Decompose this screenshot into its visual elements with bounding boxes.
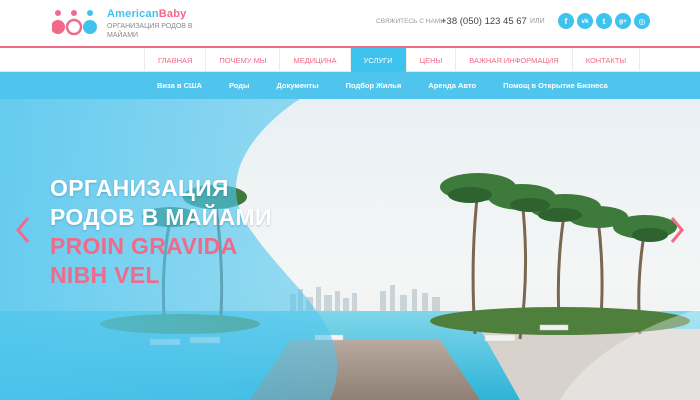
- hero-title-line3: PROIN GRAVIDA: [50, 233, 238, 259]
- nav-item-important-info[interactable]: ВАЖНАЯ ИНФОРМАЦИЯ: [456, 48, 573, 72]
- subnav-item-birth[interactable]: Роды: [229, 72, 249, 99]
- vk-icon[interactable]: vk: [577, 13, 593, 29]
- brand[interactable]: AmericanBaby ОРГАНИЗАЦИЯ РОДОВ В МАЙАМИ: [107, 8, 197, 40]
- nav-item-services[interactable]: УСЛУГИ: [350, 48, 407, 72]
- instagram-icon[interactable]: ◎: [634, 13, 650, 29]
- nav-item-why-us[interactable]: ПОЧЕМУ МЫ: [206, 48, 281, 72]
- hero-title-line1: ОРГАНИЗАЦИЯ: [50, 175, 229, 201]
- brand-name-part2: Baby: [158, 8, 187, 20]
- logo-icon[interactable]: [52, 8, 98, 38]
- hero-headline: ОРГАНИЗАЦИЯ РОДОВ В МАЙАМИ PROIN GRAVIDA…: [50, 174, 272, 290]
- nav-item-contacts[interactable]: КОНТАКТЫ: [573, 48, 641, 72]
- brand-subtitle: ОРГАНИЗАЦИЯ РОДОВ В МАЙАМИ: [107, 23, 193, 39]
- hero-title-line2: РОДОВ В МАЙАМИ: [50, 204, 272, 230]
- google-plus-icon[interactable]: g+: [615, 13, 631, 29]
- subnav-item-documents[interactable]: Документы: [276, 72, 318, 99]
- social-links: f vk t g+ ◎: [558, 13, 650, 29]
- subnav-item-visa[interactable]: Виза в США: [157, 72, 202, 99]
- site-header: AmericanBaby ОРГАНИЗАЦИЯ РОДОВ В МАЙАМИ …: [0, 0, 700, 46]
- contact-label: СВЯЖИТЕСЬ С НАМИ: [376, 18, 445, 25]
- chevron-right-icon[interactable]: [668, 215, 686, 245]
- sub-nav: Виза в США Роды Документы Подбор Жилья А…: [0, 72, 700, 99]
- phone-number[interactable]: +38 (050) 123 45 67: [441, 16, 527, 27]
- hero-slider: ОРГАНИЗАЦИЯ РОДОВ В МАЙАМИ PROIN GRAVIDA…: [0, 99, 700, 400]
- main-nav: ГЛАВНАЯ ПОЧЕМУ МЫ МЕДИЦИНА УСЛУГИ ЦЕНЫ В…: [0, 48, 700, 72]
- or-label: ИЛИ: [530, 18, 545, 25]
- nav-item-prices[interactable]: ЦЕНЫ: [407, 48, 457, 72]
- facebook-icon[interactable]: f: [558, 13, 574, 29]
- nav-item-medicine[interactable]: МЕДИЦИНА: [280, 48, 351, 72]
- subnav-item-car-rental[interactable]: Аренда Авто: [428, 72, 476, 99]
- subnav-item-housing[interactable]: Подбор Жилья: [346, 72, 402, 99]
- brand-name-part1: American: [107, 8, 159, 20]
- brand-name: AmericanBaby: [107, 8, 197, 20]
- subnav-item-business-help[interactable]: Помощ в Открытие Бизнеса: [503, 72, 608, 99]
- chevron-left-icon[interactable]: [14, 215, 32, 245]
- nav-item-home[interactable]: ГЛАВНАЯ: [144, 48, 207, 72]
- hero-title-line4: NIBH VEL: [50, 262, 160, 288]
- twitter-icon[interactable]: t: [596, 13, 612, 29]
